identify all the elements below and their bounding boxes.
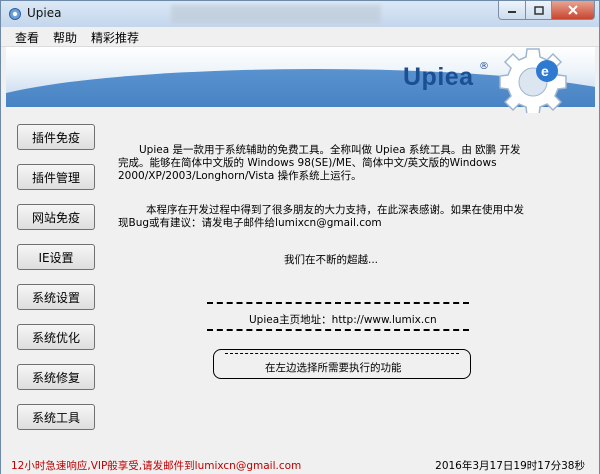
sidebar-btn-ie-settings[interactable]: IE设置 xyxy=(17,244,95,270)
gear-logo-icon: e xyxy=(499,48,567,113)
minimize-icon xyxy=(508,11,516,13)
divider-bottom xyxy=(207,329,469,331)
status-promo-text[interactable]: 12小时急速响应,VIP般享受,请发邮件到lumixcn@gmail.com xyxy=(11,458,301,473)
menu-recommend[interactable]: 精彩推荐 xyxy=(91,29,139,46)
close-button[interactable] xyxy=(552,1,595,20)
thanks-line-1: 本程序在开发过程中得到了很多朋友的大力支持，在此深表感谢。如果在使用中发 xyxy=(146,204,524,216)
intro-line-3: 2000/XP/2003/Longhorn/Vista 操作系统上运行。 xyxy=(118,170,362,182)
upiea-logo: Upiea xyxy=(403,63,474,91)
title-bar[interactable]: Upiea xyxy=(1,1,599,27)
prompt-frame-dash xyxy=(225,353,459,354)
window-controls xyxy=(498,1,595,21)
sidebar-btn-site-immunity[interactable]: 网站免疫 xyxy=(17,204,95,230)
close-icon xyxy=(568,5,578,15)
sidebar-btn-system-settings[interactable]: 系统设置 xyxy=(17,284,95,310)
registered-mark: ® xyxy=(479,61,489,72)
sidebar-btn-plugin-manage[interactable]: 插件管理 xyxy=(17,164,95,190)
status-datetime: 2016年3月17日19时17分38秒 xyxy=(435,460,585,472)
app-window: Upiea 查看 帮助 精彩推荐 Upiea ® e 插件免疫 插件管理 网站免… xyxy=(0,0,600,474)
blurred-title-area xyxy=(171,5,381,23)
intro-line-2: 完成。能够在简体中文版的 Windows 98(SE)/ME、简体中文/英文版的… xyxy=(118,157,497,169)
sidebar-btn-system-repair[interactable]: 系统修复 xyxy=(17,364,95,390)
window-title: Upiea xyxy=(27,6,62,20)
prompt-text: 在左边选择所需要执行的功能 xyxy=(265,362,402,374)
divider-top xyxy=(207,302,469,304)
intro-line-1: Upiea 是一款用于系统辅助的免费工具。全称叫做 Upiea 系统工具。由 欧… xyxy=(139,144,521,156)
svg-text:e: e xyxy=(541,63,549,79)
slogan-text: 我们在不断的超越... xyxy=(284,254,379,266)
maximize-icon xyxy=(533,5,544,15)
menu-view[interactable]: 查看 xyxy=(15,29,39,46)
maximize-button[interactable] xyxy=(526,1,552,20)
thanks-line-2: 现Bug或有建议：请发电子邮件给lumixcn@gmail.com xyxy=(118,217,382,229)
minimize-button[interactable] xyxy=(498,1,526,20)
app-gear-icon xyxy=(9,8,21,20)
sidebar-btn-system-optimize[interactable]: 系统优化 xyxy=(17,324,95,350)
menu-help[interactable]: 帮助 xyxy=(53,29,77,46)
homepage-text: Upiea主页地址：http://www.lumix.cn xyxy=(249,314,437,326)
sidebar-btn-system-tools[interactable]: 系统工具 xyxy=(17,404,95,430)
sidebar-btn-plugin-immunity[interactable]: 插件免疫 xyxy=(17,124,95,150)
status-bar: 12小时急速响应,VIP般享受,请发邮件到lumixcn@gmail.com 2… xyxy=(1,454,599,474)
